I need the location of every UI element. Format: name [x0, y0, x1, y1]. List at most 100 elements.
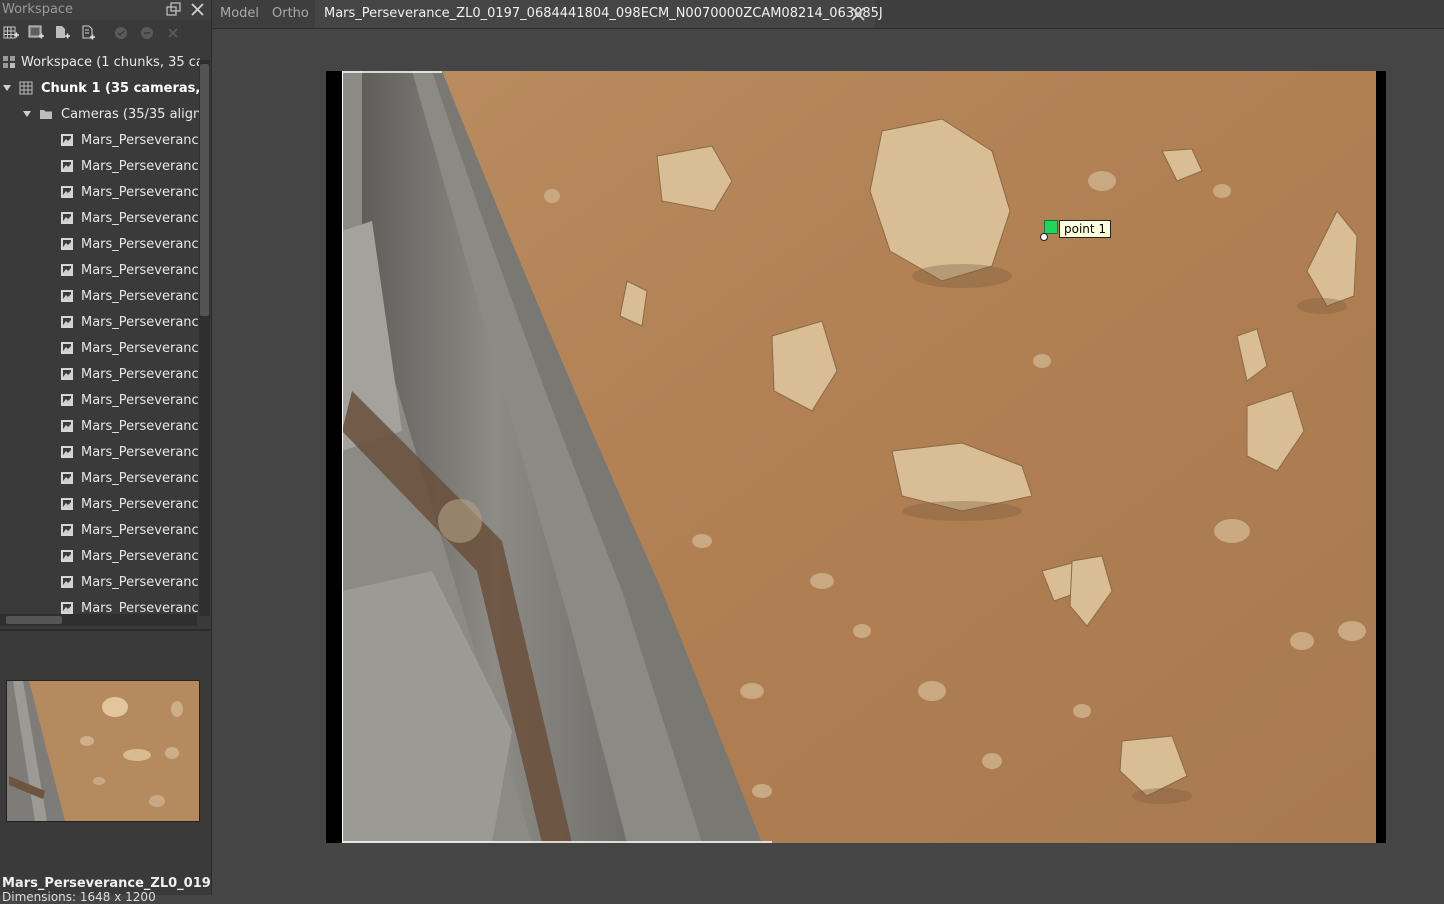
camera-item[interactable]: Mars_Perseverance — [0, 413, 200, 439]
camera-item[interactable]: Mars_Perseverance — [0, 179, 200, 205]
enable-icon[interactable] — [112, 24, 130, 42]
tab-photo[interactable]: Mars_Perseverance_ZL0_0197_0684441804_09… — [315, 0, 883, 28]
camera-item-label: Mars_Perseverance — [81, 133, 200, 148]
camera-photo-icon — [61, 342, 73, 354]
view-tabs: Model Ortho Mars_Perseverance_ZL0_0197_0… — [212, 0, 1444, 29]
camera-item-label: Mars_Perseverance — [81, 211, 200, 226]
tab-ortho[interactable]: Ortho — [264, 0, 314, 28]
camera-item-label: Mars_Perseverance — [81, 263, 200, 278]
marker-label: point 1 — [1059, 220, 1112, 238]
tab-model-label: Model — [220, 6, 260, 21]
camera-item-label: Mars_Perseverance — [81, 575, 200, 590]
camera-item[interactable]: Mars_Perseverance — [0, 465, 200, 491]
camera-item[interactable]: Mars_Perseverance — [0, 569, 200, 595]
remove-icon[interactable] — [164, 24, 182, 42]
camera-item[interactable]: Mars_Perseverance — [0, 439, 200, 465]
tree-item-workspace-label: Workspace (1 chunks, 35 cameras) — [21, 55, 200, 70]
camera-item-label: Mars_Perseverance — [81, 523, 200, 538]
camera-photo-icon — [61, 394, 73, 406]
camera-item-label: Mars_Perseverance — [81, 419, 200, 434]
tree-item-workspace[interactable]: Workspace (1 chunks, 35 cameras) — [0, 49, 200, 75]
camera-item[interactable]: Mars_Perseverance — [0, 257, 200, 283]
tab-model[interactable]: Model — [212, 0, 262, 28]
add-chunk-icon[interactable] — [2, 24, 20, 42]
add-folder-icon[interactable] — [53, 24, 71, 42]
tree-vertical-scrollbar[interactable] — [199, 60, 210, 616]
camera-item-label: Mars_Perseverance — [81, 549, 200, 564]
camera-photo-icon — [61, 420, 73, 432]
tree-horizontal-scrollbar[interactable] — [0, 614, 197, 626]
close-icon[interactable] — [850, 6, 866, 22]
camera-photo-icon — [61, 576, 73, 588]
camera-item-label: Mars_Perseverance — [81, 315, 200, 330]
workspace-tree[interactable]: Workspace (1 chunks, 35 cameras) Chunk 1… — [0, 48, 211, 628]
workspace-icon — [3, 56, 15, 68]
photo-frame: point 1 — [326, 71, 1386, 843]
add-markers-icon[interactable] — [79, 24, 97, 42]
camera-item[interactable]: Mars_Perseverance — [0, 517, 200, 543]
photo-viewer[interactable]: point 1 — [213, 29, 1444, 895]
camera-photo-icon — [61, 186, 73, 198]
camera-item[interactable]: Mars_Perseverance — [0, 335, 200, 361]
camera-item[interactable]: Mars_Perseverance — [0, 205, 200, 231]
marker-projection — [1040, 233, 1048, 241]
photo-preview-panel: Mars_Perseverance_ZL0_0197_ Dimensions: … — [0, 632, 211, 904]
camera-photo-icon — [61, 316, 73, 328]
camera-item[interactable]: Mars_Perseverance — [0, 309, 200, 335]
photo-filename: Mars_Perseverance_ZL0_0197_ — [2, 876, 211, 891]
camera-photo-icon — [61, 368, 73, 380]
camera-item[interactable]: Mars_Perseverance — [0, 231, 200, 257]
camera-photo-icon — [61, 472, 73, 484]
camera-item[interactable]: Mars_Perseverance — [0, 153, 200, 179]
camera-photo-icon — [61, 238, 73, 250]
camera-item-label: Mars_Perseverance — [81, 159, 200, 174]
tree-item-cameras[interactable]: Cameras (35/35 aligned) — [0, 101, 200, 127]
panel-divider[interactable] — [0, 629, 211, 631]
workspace-toolbar — [0, 22, 211, 46]
add-photos-icon[interactable] — [27, 24, 45, 42]
tab-photo-label: Mars_Perseverance_ZL0_0197_0684441804_09… — [324, 6, 883, 21]
tree-item-chunk[interactable]: Chunk 1 (35 cameras, 3 — [0, 75, 200, 101]
camera-item-label: Mars_Perseverance — [81, 289, 200, 304]
camera-photo-icon — [61, 264, 73, 276]
camera-photo-icon — [61, 550, 73, 562]
scrollbar-thumb[interactable] — [200, 64, 209, 316]
chevron-down-icon[interactable] — [3, 85, 11, 91]
camera-photo-icon — [61, 290, 73, 302]
camera-item[interactable]: Mars_Perseverance — [0, 491, 200, 517]
camera-photo-icon — [61, 134, 73, 146]
chunk-icon — [19, 81, 33, 95]
camera-item[interactable]: Mars_Perseverance — [0, 387, 200, 413]
workspace-pane: Workspace Workspace (1 chunks, 35 ca Chu… — [0, 0, 212, 904]
camera-item-label: Mars_Perseverance — [81, 185, 200, 200]
camera-photo-icon — [61, 160, 73, 172]
scrollbar-thumb[interactable] — [6, 616, 62, 624]
photo-dimensions: Dimensions: 1648 x 1200 — [2, 890, 156, 904]
tab-ortho-label: Ortho — [272, 6, 309, 21]
camera-photo-icon — [61, 212, 73, 224]
workspace-title: Workspace — [2, 2, 74, 17]
camera-item[interactable]: Mars_Perseverance — [0, 127, 200, 153]
camera-item-label: Mars_Perseverance — [81, 393, 200, 408]
camera-item[interactable]: Mars_Perseverance — [0, 283, 200, 309]
chevron-down-icon[interactable] — [23, 111, 31, 117]
camera-item-label: Mars_Perseverance — [81, 445, 200, 460]
camera-item-label: Mars_Perseverance — [81, 497, 200, 512]
photo-thumbnail[interactable] — [6, 680, 200, 822]
marker-point-1[interactable] — [1044, 220, 1058, 234]
camera-item-label: Mars_Perseverance — [81, 367, 200, 382]
mars-surface-photo[interactable] — [342, 71, 1376, 843]
workspace-titlebar[interactable]: Workspace — [0, 0, 211, 20]
tree-item-chunk-label: Chunk 1 (35 cameras, 3 — [41, 81, 200, 96]
float-window-icon[interactable] — [166, 2, 181, 17]
camera-item[interactable]: Mars_Perseverance — [0, 361, 200, 387]
camera-photo-icon — [61, 602, 73, 614]
camera-photo-icon — [61, 446, 73, 458]
disable-icon[interactable] — [138, 24, 156, 42]
camera-photo-icon — [61, 524, 73, 536]
close-icon[interactable] — [190, 2, 205, 17]
camera-item-label: Mars_Perseverance — [81, 341, 200, 356]
tree-item-cameras-label: Cameras (35/35 aligned) — [61, 107, 200, 122]
folder-icon — [40, 110, 52, 119]
camera-item[interactable]: Mars_Perseverance — [0, 543, 200, 569]
